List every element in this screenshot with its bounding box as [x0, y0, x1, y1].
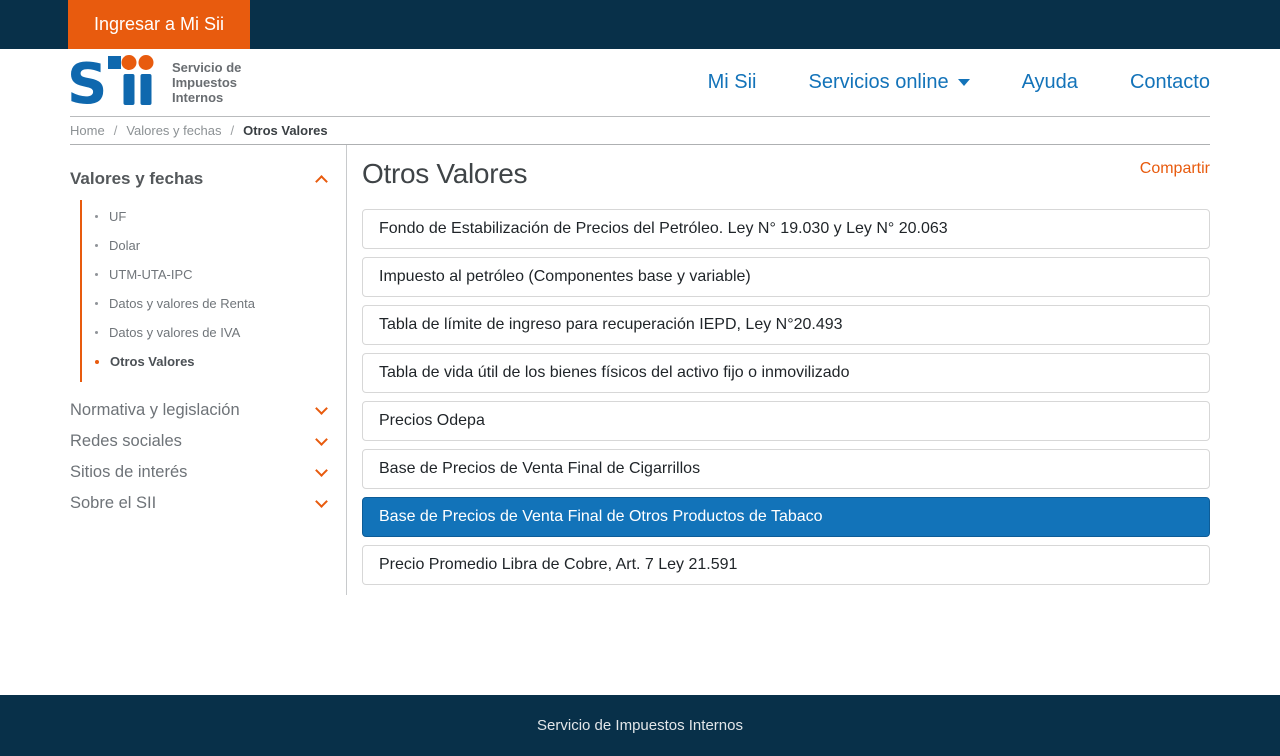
svg-text:S: S [70, 54, 107, 106]
sidebar-item-dolar[interactable]: Dolar [82, 231, 326, 260]
sidebar-item-utm-uta-ipc[interactable]: UTM-UTA-IPC [82, 260, 326, 289]
chevron-down-icon [315, 495, 328, 508]
nav-servicios-online[interactable]: Servicios online [809, 71, 970, 94]
main-nav: Mi Sii Servicios online Ayuda Contacto [708, 71, 1210, 94]
nav-mi-sii[interactable]: Mi Sii [708, 71, 757, 94]
breadcrumb-current: Otros Valores [243, 123, 328, 138]
breadcrumb: Home / Valores y fechas / Otros Valores [70, 117, 1210, 145]
chevron-down-icon [315, 433, 328, 446]
breadcrumb-separator: / [230, 123, 234, 138]
share-link[interactable]: Compartir [1140, 160, 1210, 178]
bullet-icon [95, 215, 98, 218]
bullet-icon [95, 244, 98, 247]
sidebar-section-sobre-el-sii[interactable]: Sobre el SII [70, 488, 326, 519]
chevron-down-icon [315, 464, 328, 477]
site-header: S Servicio de Impuestos Internos Mi Sii [0, 49, 1280, 117]
sidebar-section-normativa[interactable]: Normativa y legislación [70, 395, 326, 426]
accordion-item-precios-odepa[interactable]: Precios Odepa [362, 401, 1210, 441]
sidebar-section-valores-y-fechas[interactable]: Valores y fechas [70, 169, 326, 189]
breadcrumb-home[interactable]: Home [70, 123, 105, 138]
breadcrumb-bar: Home / Valores y fechas / Otros Valores [0, 117, 1280, 145]
sii-logo[interactable]: S Servicio de Impuestos Internos [70, 54, 241, 111]
accordion-item-otros-productos-tabaco[interactable]: Base de Precios de Venta Final de Otros … [362, 497, 1210, 537]
sidebar-submenu: UF Dolar UTM-UTA-IPC Datos y valores de … [80, 200, 326, 382]
nav-ayuda[interactable]: Ayuda [1022, 71, 1078, 94]
accordion-item-impuesto-petroleo[interactable]: Impuesto al petróleo (Componentes base y… [362, 257, 1210, 297]
sidebar-item-datos-iva[interactable]: Datos y valores de IVA [82, 318, 326, 347]
sidebar-section-sitios-de-interes[interactable]: Sitios de interés [70, 457, 326, 488]
accordion-item-precio-cobre[interactable]: Precio Promedio Libra de Cobre, Art. 7 L… [362, 545, 1210, 585]
accordion-item-fondo-estabilizacion[interactable]: Fondo de Estabilización de Precios del P… [362, 209, 1210, 249]
bullet-icon [95, 360, 99, 364]
sidebar-item-otros-valores[interactable]: Otros Valores [82, 347, 326, 376]
chevron-down-icon [315, 402, 328, 415]
bullet-icon [95, 273, 98, 276]
breadcrumb-valores-y-fechas[interactable]: Valores y fechas [126, 123, 221, 138]
bullet-icon [95, 302, 98, 305]
nav-contacto[interactable]: Contacto [1130, 71, 1210, 94]
chevron-up-icon [315, 175, 328, 188]
sidebar-collapsed-sections: Normativa y legislación Redes sociales S… [70, 395, 326, 519]
main-panel: Otros Valores Compartir Fondo de Estabil… [347, 145, 1210, 593]
accordion-item-tabla-limite-ingreso[interactable]: Tabla de límite de ingreso para recupera… [362, 305, 1210, 345]
sidebar-section-redes-sociales[interactable]: Redes sociales [70, 426, 326, 457]
top-bar: Ingresar a Mi Sii [0, 0, 1280, 49]
accordion-item-precios-cigarrillos[interactable]: Base de Precios de Venta Final de Cigarr… [362, 449, 1210, 489]
breadcrumb-separator: / [114, 123, 118, 138]
content-area: Valores y fechas UF Dolar UTM-UTA-IPC Da… [0, 145, 1280, 695]
page: Ingresar a Mi Sii S Servicio de [0, 0, 1280, 756]
sii-logo-icon: S [70, 54, 162, 111]
login-button[interactable]: Ingresar a Mi Sii [68, 0, 250, 49]
sidebar: Valores y fechas UF Dolar UTM-UTA-IPC Da… [70, 145, 347, 595]
accordion-list: Fondo de Estabilización de Precios del P… [362, 209, 1210, 585]
accordion-item-tabla-vida-util[interactable]: Tabla de vida útil de los bienes físicos… [362, 353, 1210, 393]
page-title: Otros Valores [362, 158, 527, 190]
site-footer: Servicio de Impuestos Internos [0, 695, 1280, 756]
sidebar-item-uf[interactable]: UF [82, 202, 326, 231]
footer-text: Servicio de Impuestos Internos [537, 717, 743, 734]
logo-text: Servicio de Impuestos Internos [172, 60, 241, 105]
bullet-icon [95, 331, 98, 334]
sidebar-item-datos-renta[interactable]: Datos y valores de Renta [82, 289, 326, 318]
caret-down-icon [958, 79, 970, 86]
